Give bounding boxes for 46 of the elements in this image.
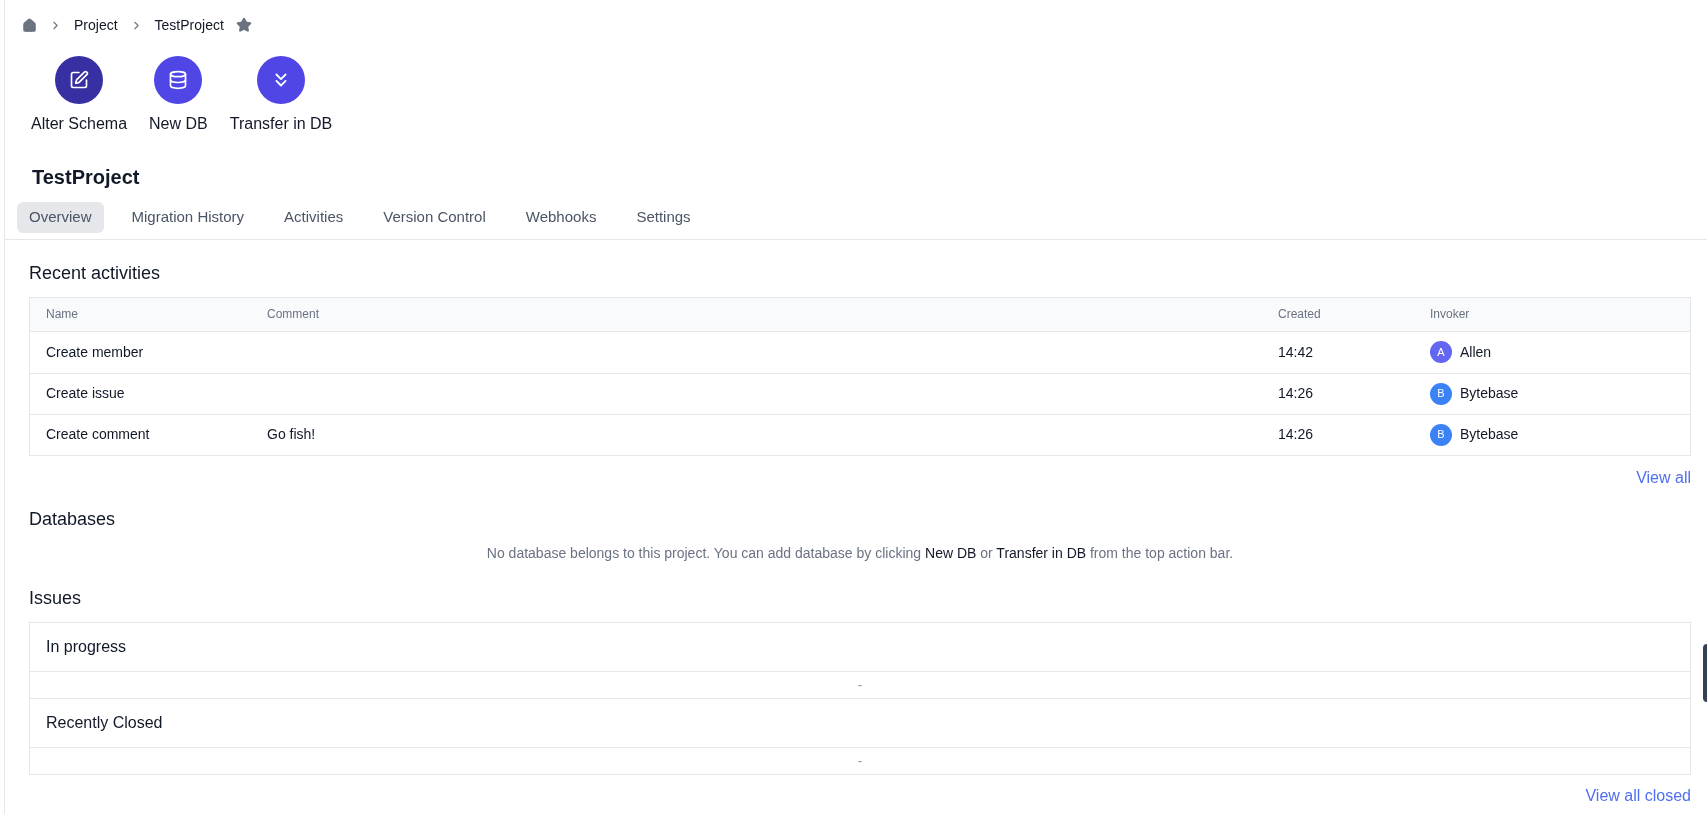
- edit-icon: [69, 70, 89, 90]
- section-title: Recent activities: [29, 261, 162, 285]
- project-title: TestProject: [31, 165, 141, 190]
- star-icon[interactable]: [235, 17, 252, 33]
- breadcrumb-link[interactable]: Project: [74, 14, 118, 36]
- column-header: Created: [1278, 306, 1322, 323]
- invoker-name: Allen: [1460, 342, 1492, 362]
- tab[interactable]: Overview: [17, 202, 104, 233]
- table-cell-text: 14:26: [1278, 425, 1315, 444]
- table-cell-text: 14:26: [1278, 384, 1315, 403]
- table-cell-text: Create comment: [46, 425, 151, 444]
- action-link[interactable]: New DB: [925, 544, 977, 561]
- tab[interactable]: Settings: [624, 202, 703, 233]
- action-button[interactable]: Transfer in DB: [223, 56, 339, 136]
- empty-dash: -: [856, 677, 864, 692]
- issue-group-title: In progress: [46, 636, 127, 657]
- tab[interactable]: Activities: [272, 202, 356, 233]
- avatar: B: [1430, 382, 1452, 405]
- invoker-name: Bytebase: [1460, 384, 1519, 403]
- column-header: Comment: [267, 306, 320, 323]
- breadcrumb-link[interactable]: TestProject: [154, 14, 224, 36]
- empty-dash: -: [856, 753, 864, 768]
- side-handle[interactable]: [1703, 644, 1707, 702]
- action-button[interactable]: New DB: [143, 56, 214, 136]
- database-icon: [168, 70, 189, 90]
- empty-databases-message: No database belongs to this project. You can add database by clicking New DB or Transfer in DB from the top action bar.: [485, 543, 1235, 563]
- invoker-name: Bytebase: [1460, 425, 1519, 444]
- section-title: Issues: [29, 586, 83, 610]
- column-header: Invoker: [1430, 306, 1471, 323]
- table-cell-text: Create member: [46, 342, 145, 362]
- table-cell-text: Create issue: [46, 384, 126, 403]
- column-header: Name: [46, 306, 79, 323]
- avatar: B: [1430, 423, 1452, 446]
- action-button[interactable]: Alter Schema: [25, 56, 134, 136]
- view-all-link[interactable]: View all: [1636, 465, 1691, 490]
- section-title: Databases: [29, 507, 117, 531]
- home-icon[interactable]: [22, 17, 37, 33]
- tab[interactable]: Webhooks: [513, 202, 609, 233]
- avatar: A: [1430, 341, 1452, 363]
- action-link[interactable]: Transfer in DB: [996, 544, 1087, 561]
- tab[interactable]: Migration History: [119, 202, 257, 233]
- issue-group-title: Recently Closed: [46, 712, 163, 733]
- tab[interactable]: Version Control: [371, 202, 498, 233]
- view-all-closed-link[interactable]: View all closed: [1585, 783, 1691, 808]
- table-cell-text: 14:42: [1278, 342, 1315, 362]
- table-cell-text: Go fish!: [267, 425, 317, 444]
